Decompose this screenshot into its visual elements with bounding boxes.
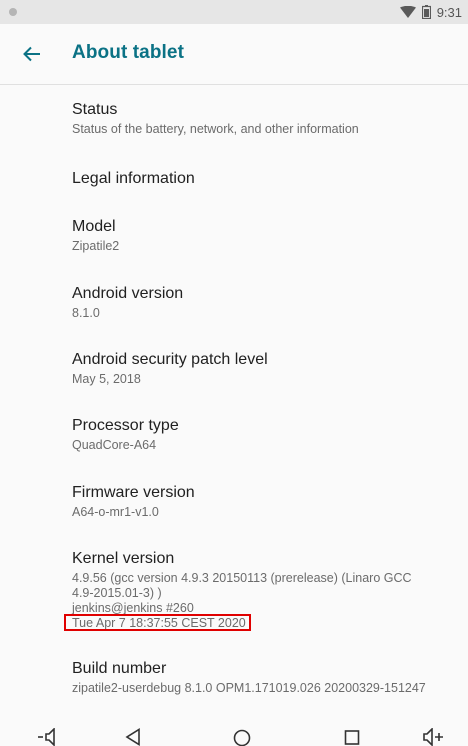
item-summary: May 5, 2018 bbox=[72, 372, 452, 387]
summary-line: May 5, 2018 bbox=[72, 372, 141, 386]
volume-up-button[interactable] bbox=[422, 728, 446, 746]
item-title: Android security patch level bbox=[72, 351, 268, 368]
navigation-bar bbox=[0, 718, 468, 746]
summary-line: Zipatile2 bbox=[72, 239, 120, 253]
list-item-status[interactable]: Status Status of the battery, network, a… bbox=[72, 100, 452, 137]
list-item-processor-type[interactable]: Processor type QuadCore-A64 bbox=[72, 416, 452, 453]
back-triangle-icon bbox=[125, 728, 140, 746]
volume-down-button[interactable] bbox=[36, 728, 60, 746]
item-summary: QuadCore-A64 bbox=[72, 438, 452, 453]
item-title: Android version bbox=[72, 285, 184, 302]
list-item-build-number[interactable]: Build number zipatile2-userdebug 8.1.0 O… bbox=[72, 659, 452, 696]
summary-line: QuadCore-A64 bbox=[72, 438, 157, 452]
summary-line: 4.9-2015.01-3) ) bbox=[72, 586, 162, 600]
summary-line: A64-o-mr1-v1.0 bbox=[72, 505, 159, 519]
item-summary: Zipatile2 bbox=[72, 239, 452, 254]
nav-back-button[interactable] bbox=[121, 728, 145, 746]
volume-down-icon bbox=[38, 728, 55, 746]
summary-line: Status of the battery, network, and othe… bbox=[72, 122, 359, 136]
item-summary: zipatile2-userdebug 8.1.0 OPM1.171019.02… bbox=[72, 681, 452, 696]
status-icons: 9:31 bbox=[399, 3, 462, 21]
item-title: Build number bbox=[72, 660, 167, 677]
clock-time: 9:31 bbox=[436, 4, 462, 20]
status-bar: 9:31 bbox=[0, 0, 468, 24]
list-item-legal-information[interactable]: Legal information bbox=[72, 169, 452, 189]
battery-icon bbox=[421, 5, 431, 19]
list-item-firmware-version[interactable]: Firmware version A64-o-mr1-v1.0 bbox=[72, 483, 452, 520]
item-title: Firmware version bbox=[72, 484, 195, 501]
app-bar: About tablet bbox=[0, 24, 468, 85]
item-title: Processor type bbox=[72, 417, 179, 434]
page-title: About tablet bbox=[72, 42, 185, 63]
recents-square-icon bbox=[344, 730, 360, 745]
item-summary: Status of the battery, network, and othe… bbox=[72, 122, 452, 137]
item-title: Legal information bbox=[72, 170, 195, 187]
list-item-security-patch-level[interactable]: Android security patch level May 5, 2018 bbox=[72, 350, 452, 387]
highlight-box bbox=[64, 614, 251, 631]
item-title: Kernel version bbox=[72, 550, 175, 567]
volume-up-icon bbox=[423, 728, 443, 746]
summary-line: 4.9.56 (gcc version 4.9.3 20150113 (prer… bbox=[72, 571, 412, 585]
item-title: Status bbox=[72, 101, 118, 118]
list-item-model[interactable]: Model Zipatile2 bbox=[72, 217, 452, 254]
back-button[interactable] bbox=[16, 38, 48, 70]
summary-line: zipatile2-userdebug 8.1.0 OPM1.171019.02… bbox=[72, 681, 426, 695]
wifi-icon bbox=[399, 6, 416, 18]
arrow-left-icon bbox=[23, 46, 40, 62]
item-summary: A64-o-mr1-v1.0 bbox=[72, 505, 452, 520]
summary-line: 8.1.0 bbox=[72, 306, 100, 320]
notification-dot-icon bbox=[9, 8, 17, 16]
item-summary: 8.1.0 bbox=[72, 306, 452, 321]
nav-recents-button[interactable] bbox=[340, 728, 364, 746]
list-item-android-version[interactable]: Android version 8.1.0 bbox=[72, 284, 452, 321]
home-circle-icon bbox=[233, 729, 251, 746]
item-title: Model bbox=[72, 218, 116, 235]
nav-home-button[interactable] bbox=[230, 728, 254, 746]
